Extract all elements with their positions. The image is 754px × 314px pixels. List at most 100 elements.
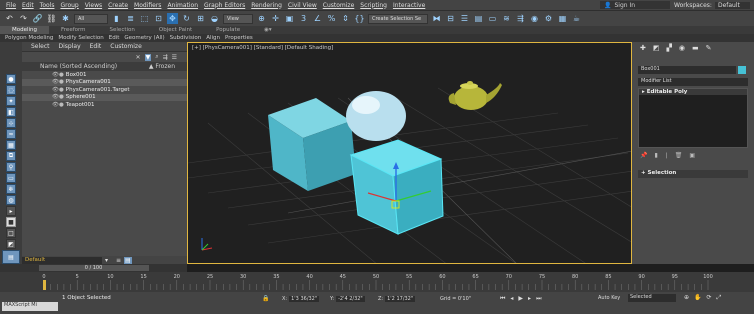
align-icon[interactable]: ⊟	[445, 13, 456, 24]
orbit-icon[interactable]: ⟳	[707, 294, 712, 302]
expand-icon[interactable]: ▸	[6, 206, 16, 216]
menu-civil-view[interactable]: Civil View	[288, 2, 317, 9]
display-geometry-icon[interactable]: ●	[6, 74, 16, 84]
panel-geometry[interactable]: Geometry (All)	[124, 35, 164, 41]
z-field[interactable]: 1'2 17/32"	[385, 296, 416, 302]
curve-editor-icon[interactable]: ≋	[501, 13, 512, 24]
layer-list-icon[interactable]: ≡	[116, 257, 121, 264]
scene-object-row[interactable]: 👁● PhysCamera001	[22, 78, 187, 86]
maximize-viewport-icon[interactable]: ⤢	[717, 294, 722, 302]
window-crossing-icon[interactable]: ⊡	[153, 13, 164, 24]
remove-modifier-icon[interactable]: 🗑	[675, 152, 683, 159]
display-spacewarps-icon[interactable]: ≈	[6, 129, 16, 139]
scene-explorer-icon[interactable]: ▤	[473, 13, 484, 24]
tab-populate[interactable]: Populate	[204, 26, 252, 34]
display-tab-icon[interactable]: ▬	[692, 44, 699, 52]
menu-modifiers[interactable]: Modifiers	[134, 2, 161, 9]
menu-interactive[interactable]: Interactive	[393, 2, 425, 9]
link-icon[interactable]: 🔗	[32, 13, 43, 24]
layer-dropdown-icon[interactable]: ▾	[105, 257, 108, 264]
pan-icon[interactable]: ✋	[694, 294, 701, 302]
visibility-eye-icon[interactable]: 👁●	[52, 87, 64, 93]
teapot[interactable]	[448, 81, 502, 110]
perspective-viewport[interactable]: [+] [PhysCamera001] [Standard] [Default …	[187, 42, 632, 264]
visibility-eye-icon[interactable]: 👁●	[52, 102, 64, 108]
object-color-swatch[interactable]	[738, 66, 746, 74]
pivot-center-icon[interactable]: ⊕	[256, 13, 267, 24]
find-icon[interactable]: ⌕	[155, 53, 158, 61]
hierarchy-tab-icon[interactable]: ▞	[667, 44, 672, 52]
maxscript-listener[interactable]: MAXScript Mi	[2, 302, 58, 311]
panel-modify-selection[interactable]: Modify Selection	[58, 35, 103, 41]
motion-tab-icon[interactable]: ◉	[679, 44, 685, 52]
panel-polygon-modeling[interactable]: Polygon Modeling	[5, 35, 53, 41]
viewport-label[interactable]: [+] [PhysCamera001] [Standard] [Default …	[192, 45, 333, 51]
display-hidden-icon[interactable]: ◍	[6, 195, 16, 205]
play-icon[interactable]: ▶	[518, 295, 523, 303]
sphere[interactable]	[346, 91, 406, 141]
display-lights-icon[interactable]: ✦	[6, 96, 16, 106]
menu-scripting[interactable]: Scripting	[360, 2, 387, 9]
selection-rollout[interactable]: + Selection	[638, 170, 748, 178]
scene-object-row[interactable]: 👁● PhysCamera001.Target	[22, 86, 187, 94]
display-helpers-icon[interactable]: ⊹	[6, 118, 16, 128]
select-by-name-icon[interactable]: ≣	[125, 13, 136, 24]
ribbon-options-icon[interactable]: ◉▾	[252, 26, 284, 34]
menu-animation[interactable]: Animation	[167, 2, 198, 9]
modify-tab-icon[interactable]: ◩	[653, 44, 660, 52]
spinner-snap-icon[interactable]: ⇕	[340, 13, 351, 24]
current-frame-marker[interactable]	[43, 280, 46, 290]
create-tab-icon[interactable]: ✚	[640, 44, 646, 52]
se-menu-select[interactable]: Select	[31, 43, 50, 50]
graphite-toolbar-icon[interactable]: ▭	[487, 13, 498, 24]
make-unique-icon[interactable]: ∣	[665, 152, 668, 159]
display-bones-icon[interactable]: ⚲	[6, 162, 16, 172]
select-manipulate-icon[interactable]: ✛	[270, 13, 281, 24]
scene-object-row[interactable]: 👁● Box001	[22, 71, 187, 79]
select-all-icon[interactable]: ■	[6, 217, 16, 227]
percent-snap-icon[interactable]: %	[326, 13, 337, 24]
column-name[interactable]: Name (Sorted Ascending)	[40, 63, 117, 70]
close-icon[interactable]: ✕	[136, 54, 141, 61]
menu-views[interactable]: Views	[85, 2, 102, 9]
visibility-eye-icon[interactable]: 👁●	[52, 94, 64, 100]
time-slider[interactable]: 0 / 100	[0, 264, 187, 272]
move-icon[interactable]: ✥	[167, 13, 178, 24]
tab-selection[interactable]: Selection	[98, 26, 147, 34]
menu-group[interactable]: Group	[60, 2, 78, 9]
redo-icon[interactable]: ↷	[18, 13, 29, 24]
current-layer-field[interactable]: Default	[22, 256, 102, 264]
selection-filter-dropdown[interactable]: All	[74, 13, 108, 24]
select-none-icon[interactable]: □	[6, 228, 16, 238]
menu-create[interactable]: Create	[108, 2, 128, 9]
key-filter-dropdown[interactable]: Selected	[628, 294, 676, 302]
layers-icon[interactable]: ☰	[172, 54, 177, 61]
lock-selection-icon[interactable]: 🔒	[262, 295, 269, 302]
undo-icon[interactable]: ↶	[4, 13, 15, 24]
render-setup-icon[interactable]: ⚙	[543, 13, 554, 24]
menu-edit[interactable]: Edit	[22, 2, 34, 9]
workspaces-selector[interactable]: Workspaces: Default	[670, 1, 754, 9]
tab-freeform[interactable]: Freeform	[49, 26, 98, 34]
se-menu-display[interactable]: Display	[59, 43, 81, 50]
panel-edit[interactable]: Edit	[109, 35, 120, 41]
reference-coord-dropdown[interactable]: View	[223, 13, 253, 24]
scale-icon[interactable]: ⊞	[195, 13, 206, 24]
visibility-eye-icon[interactable]: 👁●	[52, 79, 64, 85]
rendered-frame-icon[interactable]: ▦	[557, 13, 568, 24]
visibility-eye-icon[interactable]: 👁●	[52, 72, 64, 78]
show-end-result-icon[interactable]: ▮	[654, 152, 657, 159]
render-teapot-icon[interactable]: ☕	[571, 13, 582, 24]
snaps-toggle-icon[interactable]: 3	[298, 13, 309, 24]
panel-subdivision[interactable]: Subdivision	[170, 35, 202, 41]
display-groups-icon[interactable]: ▦	[6, 140, 16, 150]
sign-in-dropdown[interactable]: 👤 Sign In	[600, 1, 670, 9]
place-icon[interactable]: ◒	[209, 13, 220, 24]
menu-graph-editors[interactable]: Graph Editors	[204, 2, 245, 9]
se-menu-edit[interactable]: Edit	[90, 43, 102, 50]
layer-explorer-icon[interactable]: ☰	[459, 13, 470, 24]
display-cameras-icon[interactable]: ◧	[6, 107, 16, 117]
object-name-field[interactable]: Box001	[638, 66, 736, 74]
display-frozen-icon[interactable]: ❄	[6, 184, 16, 194]
previous-frame-icon[interactable]: ◂	[510, 295, 513, 303]
